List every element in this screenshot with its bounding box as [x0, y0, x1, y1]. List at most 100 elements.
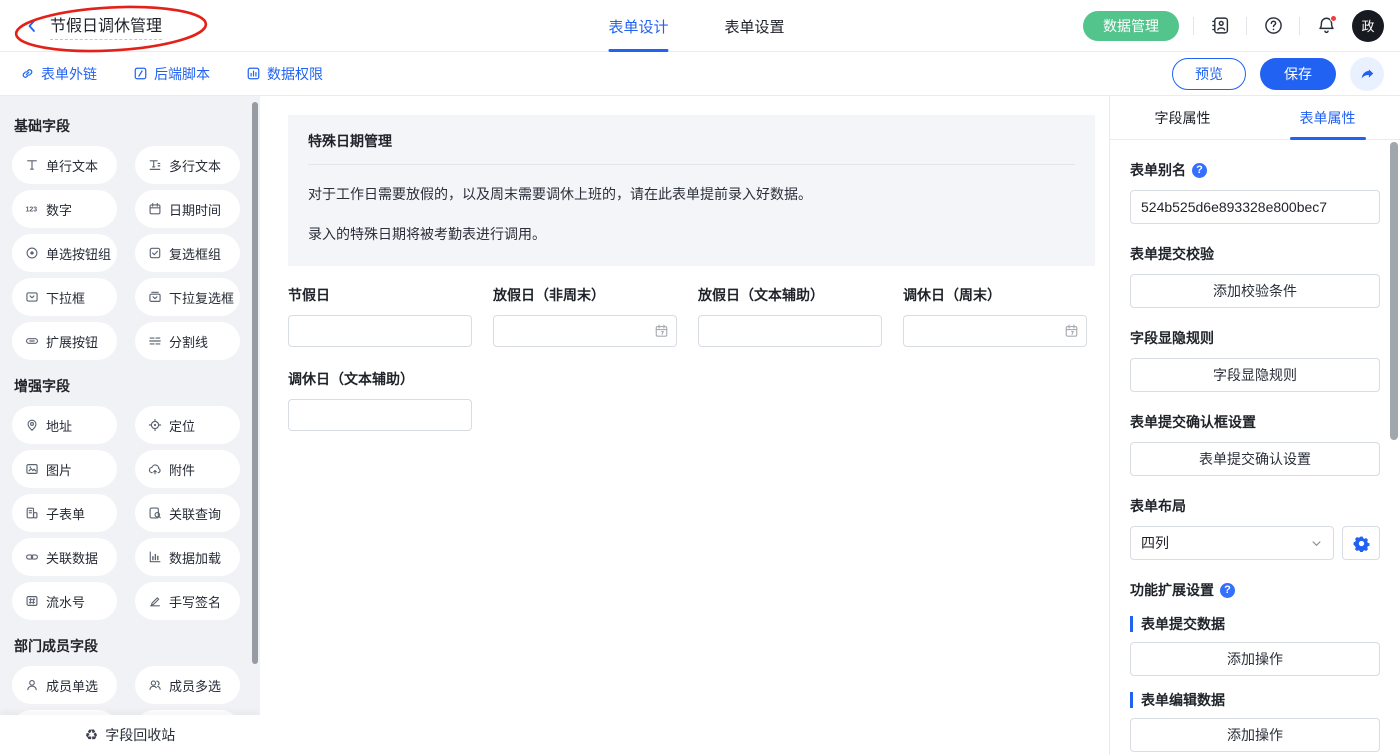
form-design-canvas[interactable]: 特殊日期管理 对于工作日需要放假的，以及周末需要调休上班的，请在此表单提前录入好…: [260, 96, 1110, 755]
tab-form-settings[interactable]: 表单设置: [724, 0, 784, 52]
data-permission-button[interactable]: 数据权限: [246, 64, 323, 84]
field-label: 调休日（周末）: [903, 285, 1087, 305]
help-icon[interactable]: [1261, 14, 1285, 38]
field-pill-number[interactable]: 123 数字: [12, 190, 117, 228]
field-pill-related-data[interactable]: 关联数据: [12, 538, 117, 576]
field-pill-label: 图片: [46, 460, 72, 479]
divider: [1246, 17, 1247, 35]
field-pill-label: 定位: [169, 416, 195, 435]
tab-field-properties[interactable]: 字段属性: [1110, 96, 1255, 139]
form-external-link-button[interactable]: 表单外链: [20, 64, 97, 84]
tab-form-properties[interactable]: 表单属性: [1255, 96, 1400, 139]
form-edit-add-action-button[interactable]: 添加操作: [1130, 718, 1380, 752]
field-pill-label: 日期时间: [169, 200, 221, 219]
form-field-dayoff-nonweekend[interactable]: 放假日（非周末）: [493, 285, 677, 347]
form-edit-data-label: 表单编辑数据: [1130, 692, 1380, 708]
field-pill-label: 附件: [169, 460, 195, 479]
field-pill-member-single[interactable]: 成员单选: [12, 666, 117, 704]
share-button[interactable]: [1350, 57, 1384, 91]
form-layout-select[interactable]: 四列: [1130, 526, 1334, 560]
field-pill-label: 流水号: [46, 592, 85, 611]
page-title[interactable]: 节假日调休管理: [50, 12, 162, 40]
back-button[interactable]: [24, 18, 40, 34]
image-icon: [25, 462, 39, 476]
script-icon: [133, 66, 148, 81]
layout-settings-button[interactable]: [1342, 526, 1380, 560]
field-pill-multi-line-text[interactable]: 多行文本: [135, 146, 240, 184]
field-pill-radio-group[interactable]: 单选按钮组: [12, 234, 117, 272]
data-load-icon: [148, 550, 162, 564]
field-pill-location[interactable]: 定位: [135, 406, 240, 444]
field-pill-checkbox-group[interactable]: 复选框组: [135, 234, 240, 272]
form-field-workswap-weekend[interactable]: 调休日（周末）: [903, 285, 1087, 347]
enhanced-fields-grid: 地址 定位 图片 附件 子表单: [12, 406, 260, 620]
section-title-basic-fields: 基础字段: [14, 116, 260, 136]
field-pill-datetime[interactable]: 日期时间: [135, 190, 240, 228]
divider: [1299, 17, 1300, 35]
number-icon: 123: [25, 202, 39, 216]
field-pill-data-load[interactable]: 数据加载: [135, 538, 240, 576]
field-pill-signature[interactable]: 手写签名: [135, 582, 240, 620]
form-field-workswap-textaid[interactable]: 调休日（文本辅助）: [288, 369, 472, 431]
field-visibility-rules-button[interactable]: 字段显隐规则: [1130, 358, 1380, 392]
field-recycle-bin-label: 字段回收站: [105, 725, 175, 745]
data-manage-button[interactable]: 数据管理: [1083, 11, 1179, 41]
field-pill-member-multi[interactable]: 成员多选: [135, 666, 240, 704]
workswap-textaid-input[interactable]: [288, 399, 472, 431]
address-book-icon[interactable]: [1208, 14, 1232, 38]
field-pill-extend-button[interactable]: 扩展按钮: [12, 322, 117, 360]
form-field-dayoff-textaid[interactable]: 放假日（文本辅助）: [698, 285, 882, 347]
field-recycle-bin-button[interactable]: ♻ 字段回收站: [0, 715, 260, 755]
add-validation-button[interactable]: 添加校验条件: [1130, 274, 1380, 308]
field-pill-address[interactable]: 地址: [12, 406, 117, 444]
holiday-input[interactable]: [288, 315, 472, 347]
field-pill-image[interactable]: 图片: [12, 450, 117, 488]
group-header-panel[interactable]: 特殊日期管理 对于工作日需要放假的，以及周末需要调休上班的，请在此表单提前录入好…: [288, 115, 1095, 266]
field-label: 节假日: [288, 285, 472, 305]
field-pill-single-line-text[interactable]: 单行文本: [12, 146, 117, 184]
field-pill-related-query[interactable]: 关联查询: [135, 494, 240, 532]
field-pill-label: 数字: [46, 200, 72, 219]
tab-form-settings-label: 表单设置: [724, 16, 784, 37]
field-visibility-rules-label: 字段显隐规则: [1130, 328, 1380, 348]
submit-confirm-button[interactable]: 表单提交确认设置: [1130, 442, 1380, 476]
save-button[interactable]: 保存: [1260, 58, 1336, 90]
toolbar-actions: 预览 保存: [1172, 57, 1384, 91]
field-pill-divider-line[interactable]: 分割线: [135, 322, 240, 360]
preview-button[interactable]: 预览: [1172, 58, 1246, 90]
header-actions: 数据管理: [1083, 10, 1384, 42]
chevron-down-icon: [1310, 537, 1323, 550]
extension-settings-help-icon[interactable]: ?: [1220, 583, 1235, 598]
dayoff-textaid-input[interactable]: [698, 315, 882, 347]
form-field-holiday[interactable]: 节假日: [288, 285, 472, 347]
sidebar-scrollbar[interactable]: [252, 102, 258, 664]
data-permission-label: 数据权限: [267, 64, 323, 84]
notification-bell-icon[interactable]: [1314, 14, 1338, 38]
field-pill-select[interactable]: 下拉框: [12, 278, 117, 316]
field-pill-serial-number[interactable]: 流水号: [12, 582, 117, 620]
form-submit-add-action-button[interactable]: 添加操作: [1130, 642, 1380, 676]
dayoff-nonweekend-date-input[interactable]: [493, 315, 677, 347]
checkbox-group-icon: [148, 246, 162, 260]
gear-icon: [1353, 535, 1370, 552]
properties-scrollbar[interactable]: [1390, 142, 1398, 440]
extend-button-icon: [25, 334, 39, 348]
field-pill-label: 成员单选: [46, 676, 98, 695]
group-description-line-2: 录入的特殊日期将被考勤表进行调用。: [308, 225, 1075, 245]
form-alias-help-icon[interactable]: ?: [1192, 163, 1207, 178]
form-alias-input[interactable]: [1130, 190, 1380, 224]
member-single-icon: [25, 678, 39, 692]
field-pill-label: 成员多选: [169, 676, 221, 695]
field-pill-subform[interactable]: 子表单: [12, 494, 117, 532]
field-pill-multi-select[interactable]: 下拉复选框: [135, 278, 240, 316]
field-pill-label: 复选框组: [169, 244, 221, 263]
workswap-weekend-date-input[interactable]: [903, 315, 1087, 347]
backend-script-button[interactable]: 后端脚本: [133, 64, 210, 84]
tab-form-design-label: 表单设计: [608, 16, 668, 37]
tab-form-design[interactable]: 表单设计: [608, 0, 668, 52]
group-description-line-1: 对于工作日需要放假的，以及周末需要调休上班的，请在此表单提前录入好数据。: [308, 185, 1075, 205]
user-avatar[interactable]: 政: [1352, 10, 1384, 42]
field-pill-attachment[interactable]: 附件: [135, 450, 240, 488]
attachment-icon: [148, 462, 162, 476]
field-pill-label: 手写签名: [169, 592, 221, 611]
